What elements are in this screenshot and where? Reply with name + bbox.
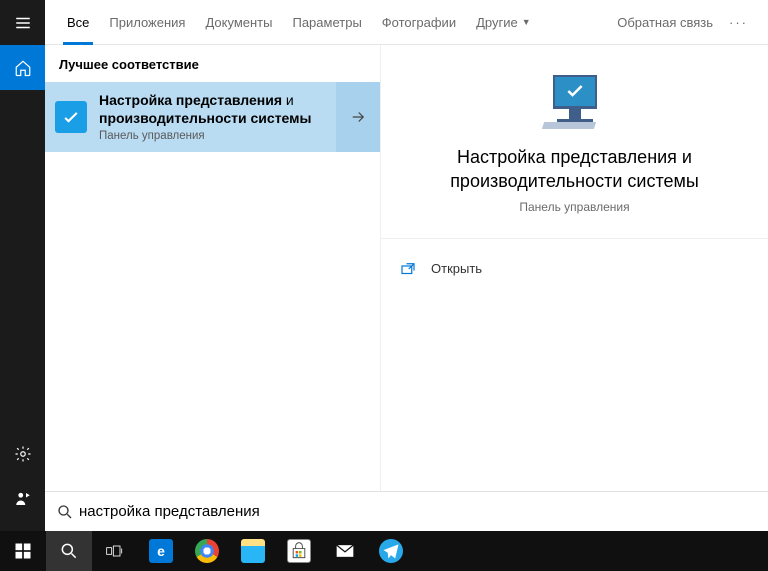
search-icon [51, 498, 79, 526]
hamburger-icon [14, 14, 32, 32]
best-match-heading: Лучшее соответствие [45, 45, 380, 82]
search-result-title: Настройка представления и производительн… [99, 92, 326, 127]
home-button[interactable] [0, 45, 45, 90]
tab-documents[interactable]: Документы [195, 0, 282, 45]
results-column: Лучшее соответствие Настройка представле… [45, 45, 380, 491]
search-bar [45, 491, 768, 531]
search-panel: Все Приложения Документы Параметры Фотог… [45, 0, 768, 491]
taskbar-search-button[interactable] [46, 531, 92, 571]
taskbar: e [0, 531, 768, 571]
preview-app-icon [541, 75, 609, 131]
arrow-right-icon [349, 108, 367, 126]
start-left-rail [0, 0, 45, 531]
taskbar-mail[interactable] [322, 531, 368, 571]
task-view-button[interactable] [92, 531, 138, 571]
search-icon [59, 541, 79, 561]
search-filter-tabs: Все Приложения Документы Параметры Фотог… [45, 0, 768, 45]
taskbar-store[interactable] [276, 531, 322, 571]
edge-icon: e [149, 539, 173, 563]
taskbar-explorer[interactable] [230, 531, 276, 571]
person-icon [14, 490, 32, 508]
monitor-check-icon [55, 101, 87, 133]
chevron-down-icon: ▼ [522, 17, 531, 27]
tab-photos[interactable]: Фотографии [372, 0, 466, 45]
settings-button[interactable] [0, 431, 45, 476]
chrome-icon [195, 539, 219, 563]
open-action-label: Открыть [431, 261, 482, 276]
account-button[interactable] [0, 476, 45, 521]
search-result-item: Настройка представления и производительн… [45, 82, 380, 152]
mail-icon [333, 539, 357, 563]
preview-title: Настройка представления и производительн… [411, 145, 738, 194]
preview-column: Настройка представления и производительн… [380, 45, 768, 491]
more-options-button[interactable]: ··· [721, 15, 756, 30]
taskbar-edge[interactable]: e [138, 531, 184, 571]
taskbar-telegram[interactable] [368, 531, 414, 571]
folder-icon [241, 539, 265, 563]
search-input[interactable] [79, 492, 762, 531]
gear-icon [14, 445, 32, 463]
open-action[interactable]: Открыть [397, 251, 752, 287]
menu-toggle-button[interactable] [0, 0, 45, 45]
expand-result-button[interactable] [336, 82, 380, 152]
tab-apps[interactable]: Приложения [99, 0, 195, 45]
windows-icon [13, 541, 33, 561]
feedback-link[interactable]: Обратная связь [609, 15, 721, 30]
store-icon [287, 539, 311, 563]
task-view-icon [105, 541, 125, 561]
open-icon [397, 260, 419, 278]
search-result-subtitle: Панель управления [99, 130, 326, 142]
tab-all[interactable]: Все [57, 0, 99, 45]
tab-settings[interactable]: Параметры [282, 0, 371, 45]
search-result-main[interactable]: Настройка представления и производительн… [45, 82, 336, 152]
preview-subtitle: Панель управления [411, 200, 738, 214]
home-icon [14, 59, 32, 77]
telegram-icon [379, 539, 403, 563]
taskbar-chrome[interactable] [184, 531, 230, 571]
start-button[interactable] [0, 531, 46, 571]
tab-more[interactable]: Другие▼ [466, 0, 541, 45]
